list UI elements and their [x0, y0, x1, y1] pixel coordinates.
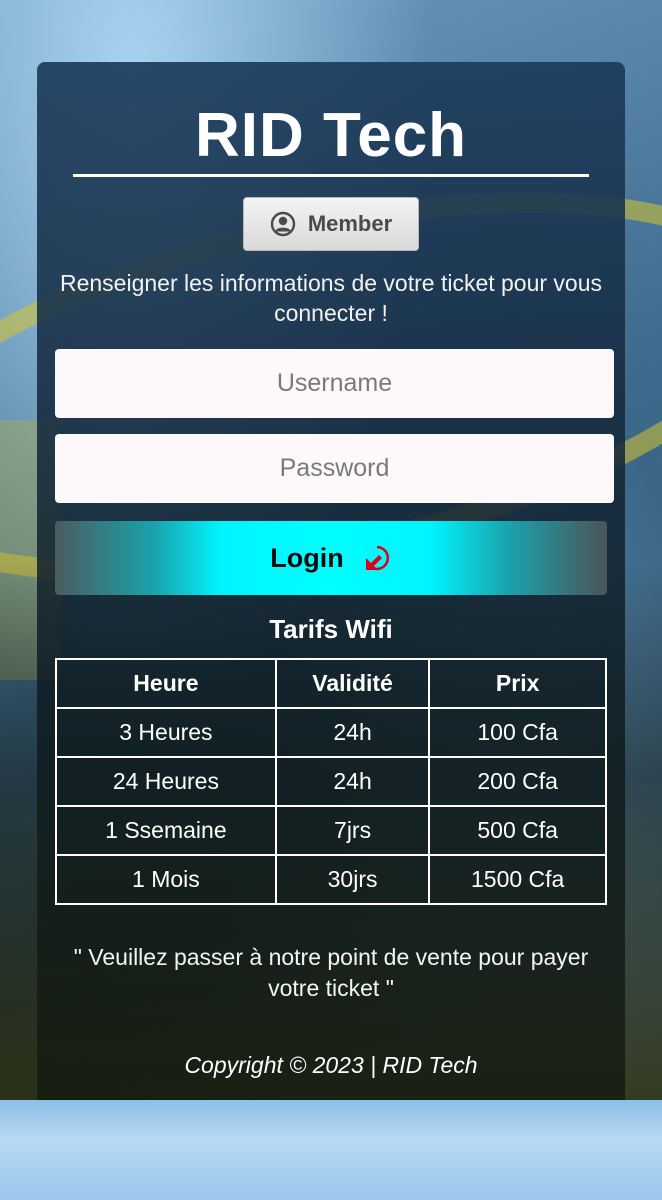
tarifs-title: Tarifs Wifi — [269, 614, 393, 644]
login-button-label: Login — [270, 542, 344, 573]
table-header-row: Heure Validité Prix — [55, 658, 607, 709]
cell-prix: 100 Cfa — [428, 707, 607, 758]
cell-heure: 1 Ssemaine — [55, 805, 277, 856]
table-row: 3 Heures 24h 100 Cfa — [55, 707, 607, 758]
login-button[interactable]: Login — [55, 521, 607, 595]
member-button[interactable]: Member — [243, 197, 419, 251]
column-header-heure: Heure — [55, 658, 277, 709]
column-header-validite: Validité — [274, 658, 431, 709]
cell-prix: 200 Cfa — [428, 756, 607, 807]
cell-validite: 24h — [274, 707, 431, 758]
cell-heure: 1 Mois — [55, 854, 277, 905]
table-row: 24 Heures 24h 200 Cfa — [55, 756, 607, 807]
background-bottom — [0, 1100, 662, 1200]
intro-text: Renseigner les informations de votre tic… — [59, 270, 603, 326]
table-row: 1 Mois 30jrs 1500 Cfa — [55, 854, 607, 905]
payment-notice: " Veuillez passer à notre point de vente… — [73, 944, 589, 1001]
cell-heure: 24 Heures — [55, 756, 277, 807]
user-circle-icon — [270, 211, 296, 237]
page-title: RID Tech — [194, 101, 468, 170]
cell-prix: 500 Cfa — [428, 805, 607, 856]
table-row: 1 Ssemaine 7jrs 500 Cfa — [55, 805, 607, 856]
login-arrow-icon — [362, 543, 392, 573]
cell-validite: 7jrs — [274, 805, 431, 856]
login-card: RID Tech Member Renseigner les informati… — [37, 62, 625, 1100]
cell-heure: 3 Heures — [55, 707, 277, 758]
copyright-footer: Copyright © 2023 | RID Tech — [184, 1052, 478, 1078]
password-input[interactable] — [55, 434, 614, 503]
column-header-prix: Prix — [428, 658, 607, 709]
username-input[interactable] — [55, 349, 614, 418]
cell-validite: 30jrs — [274, 854, 431, 905]
cell-prix: 1500 Cfa — [428, 854, 607, 905]
title-underline — [73, 174, 589, 177]
cell-validite: 24h — [274, 756, 431, 807]
tarifs-table: Heure Validité Prix 3 Heures 24h 100 Cfa… — [55, 658, 607, 905]
member-button-label: Member — [307, 211, 393, 236]
